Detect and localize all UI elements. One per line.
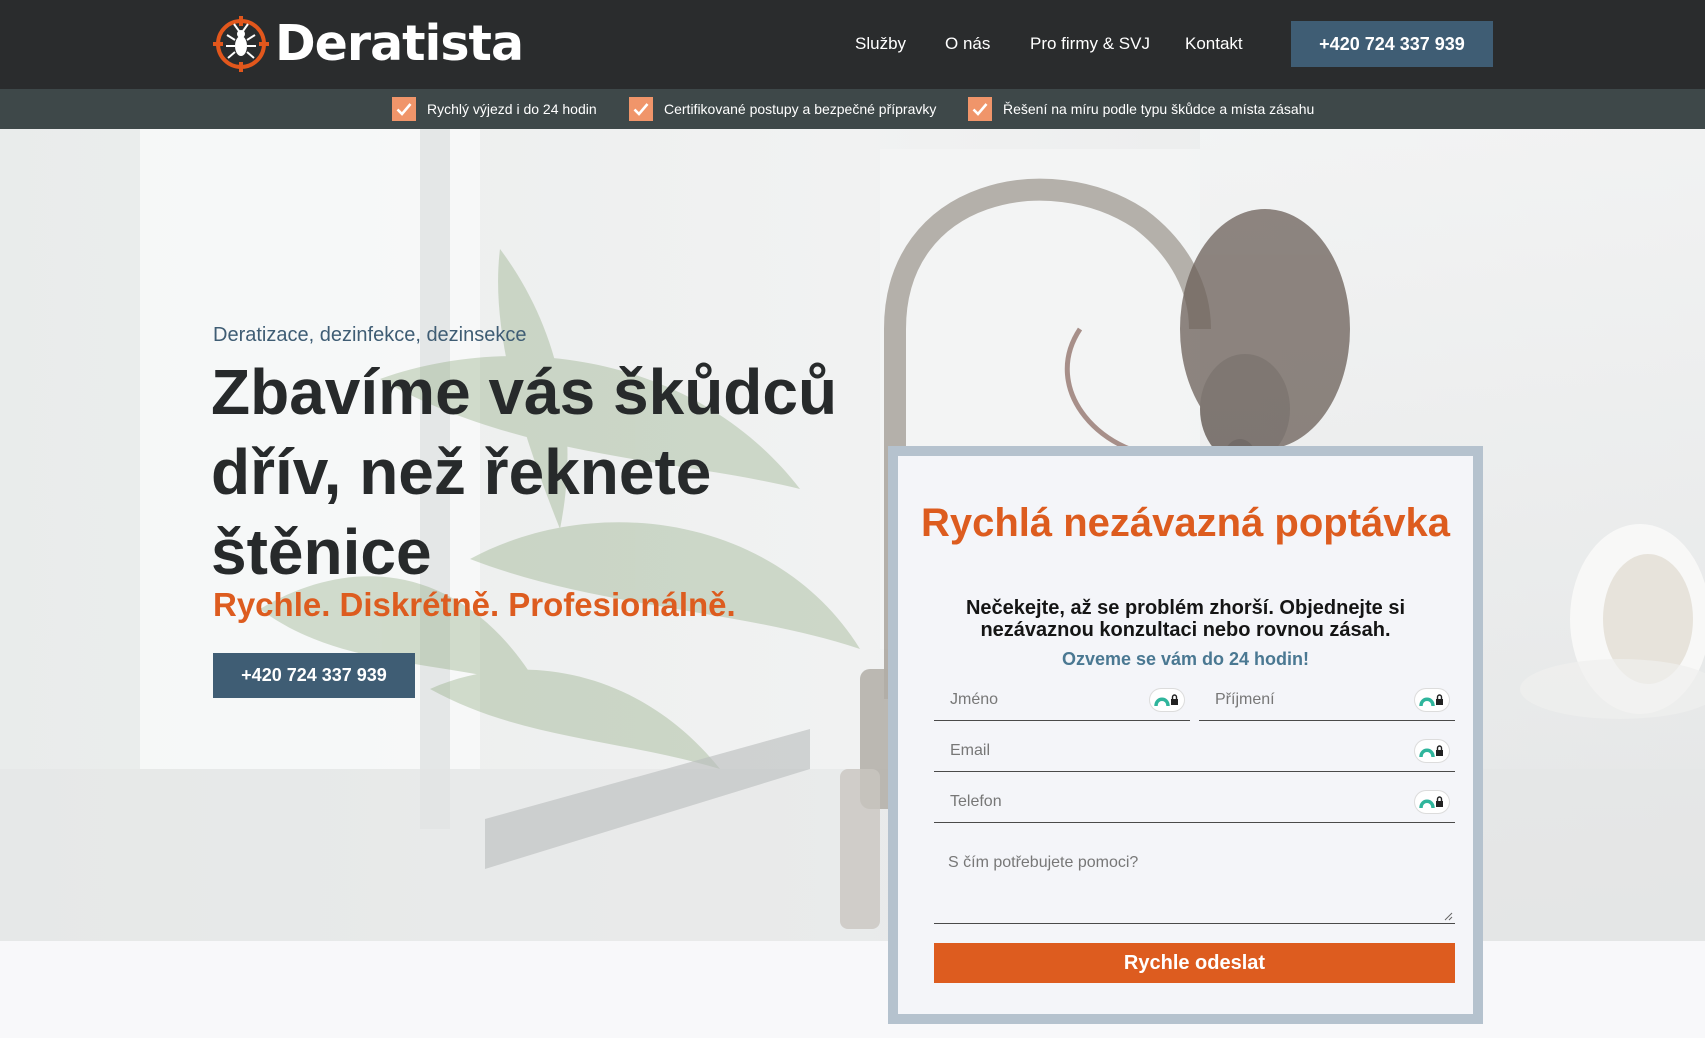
password-manager-icon[interactable]	[1415, 791, 1449, 813]
quote-form: Rychlá nezávazná poptávka Nečekejte, až …	[898, 456, 1473, 1014]
hero-eyebrow: Deratizace, dezinfekce, dezinsekce	[213, 324, 527, 346]
hero-tagline: Rychle. Diskrétně. Profesionálně.	[213, 586, 736, 623]
brand-name: Deratista	[275, 15, 524, 72]
nav-item-kontakt[interactable]: Kontakt	[1185, 34, 1243, 54]
cockroach-crosshair-icon	[213, 16, 269, 72]
benefits-bar: Rychlý výjezd i do 24 hodin Certifikovan…	[0, 89, 1705, 129]
message-textarea[interactable]: S čím potřebujete pomoci?	[934, 842, 1455, 924]
phone-placeholder: Telefon	[950, 793, 1002, 810]
nav-item-o-nas[interactable]: O nás	[945, 34, 990, 54]
benefit-item: Certifikované postupy a bezpečné příprav…	[629, 97, 936, 121]
form-title: Rychlá nezávazná poptávka	[920, 501, 1451, 545]
hero-headline: Zbavíme vás škůdců dřív, než řeknete ště…	[211, 356, 838, 588]
check-icon	[392, 97, 416, 121]
password-manager-icon[interactable]	[1415, 689, 1449, 711]
nav-item-sluzby[interactable]: Služby	[855, 34, 906, 54]
password-manager-icon[interactable]	[1150, 689, 1184, 711]
check-icon	[629, 97, 653, 121]
phone-button-hero[interactable]: +420 724 337 939	[213, 653, 415, 698]
benefit-item: Řešení na míru podle typu škůdce a místa…	[968, 97, 1314, 121]
first-name-field[interactable]: Jméno	[934, 681, 1190, 721]
resize-handle-icon[interactable]	[1443, 911, 1453, 921]
check-icon	[968, 97, 992, 121]
nav-item-pro-firmy[interactable]: Pro firmy & SVJ	[1030, 34, 1150, 54]
benefit-text: Rychlý výjezd i do 24 hodin	[427, 101, 597, 117]
email-placeholder: Email	[950, 742, 991, 759]
submit-button[interactable]: Rychle odeslat	[934, 943, 1455, 983]
message-placeholder: S čím potřebujete pomoci?	[948, 854, 1139, 871]
last-name-placeholder: Příjmení	[1215, 691, 1275, 708]
first-name-placeholder: Jméno	[950, 691, 999, 708]
last-name-field[interactable]: Příjmení	[1199, 681, 1455, 721]
benefit-text: Certifikované postupy a bezpečné příprav…	[664, 101, 937, 117]
form-subtitle: Nečekejte, až se problém zhorší. Objedne…	[965, 597, 1406, 641]
phone-button-header[interactable]: +420 724 337 939	[1291, 21, 1493, 67]
form-note: Ozveme se vám do 24 hodin!	[1061, 649, 1310, 669]
benefit-item: Rychlý výjezd i do 24 hodin	[392, 97, 597, 121]
benefit-text: Řešení na míru podle typu škůdce a místa…	[1003, 101, 1315, 117]
phone-field[interactable]: Telefon	[934, 783, 1455, 823]
top-navigation: Deratista Služby O nás Pro firmy & SVJ K…	[0, 0, 1705, 89]
quote-form-card: Rychlá nezávazná poptávka Nečekejte, až …	[888, 446, 1483, 1024]
password-manager-icon[interactable]	[1415, 740, 1449, 762]
logo[interactable]: Deratista	[213, 15, 524, 72]
email-field[interactable]: Email	[934, 732, 1455, 772]
